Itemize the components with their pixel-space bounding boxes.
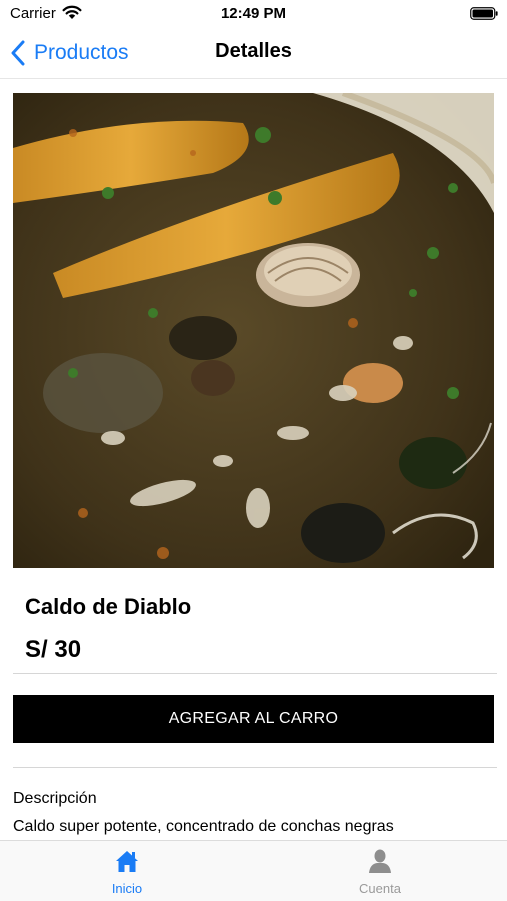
page-title: Detalles bbox=[215, 40, 292, 62]
person-icon bbox=[366, 847, 394, 875]
product-image bbox=[13, 93, 494, 568]
add-to-cart-button[interactable]: AGREGAR AL CARRO bbox=[13, 695, 494, 743]
navigation-bar: Productos Detalles bbox=[0, 28, 507, 79]
tab-cuenta[interactable]: Cuenta bbox=[320, 847, 440, 896]
tab-label: Cuenta bbox=[359, 881, 401, 896]
divider bbox=[13, 673, 497, 674]
home-icon bbox=[113, 847, 141, 875]
tab-inicio[interactable]: Inicio bbox=[67, 847, 187, 896]
product-price: S/ 30 bbox=[25, 636, 82, 663]
divider bbox=[13, 767, 497, 768]
description-text: Caldo super potente, concentrado de conc… bbox=[13, 818, 394, 835]
battery-icon bbox=[470, 7, 498, 20]
product-name: Caldo de Diablo bbox=[25, 594, 192, 619]
status-bar: Carrier 12:49 PM bbox=[0, 0, 507, 28]
description-title: Descripción bbox=[13, 790, 97, 807]
tab-bar: Inicio Cuenta bbox=[0, 840, 507, 901]
clock: 12:49 PM bbox=[220, 5, 287, 22]
tab-label: Inicio bbox=[111, 881, 143, 896]
